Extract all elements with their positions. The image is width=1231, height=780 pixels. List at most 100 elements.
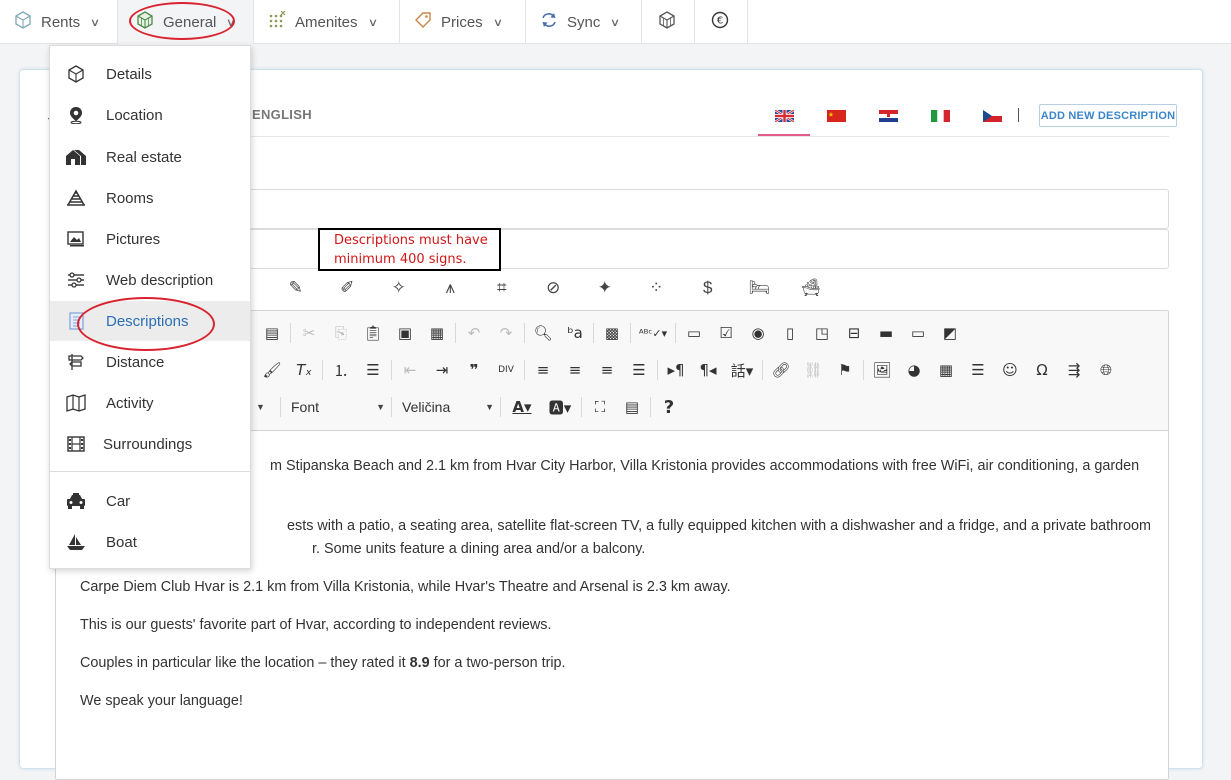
text-color-icon[interactable]: A▾ xyxy=(503,395,541,419)
textfield-icon[interactable]: ▯ xyxy=(774,321,806,345)
show-blocks-icon[interactable]: ▤ xyxy=(616,395,648,419)
magic-wand-icon[interactable]: ✧ xyxy=(373,277,425,299)
chevron-down-icon: ▼ xyxy=(485,402,494,412)
menu-item-location[interactable]: Location xyxy=(50,95,250,135)
menu-item-descriptions[interactable]: Descriptions xyxy=(50,301,250,341)
nav-euro-button[interactable]: € xyxy=(695,0,748,44)
flash-icon[interactable]: ◕ xyxy=(898,358,930,382)
redo-icon[interactable]: ↷ xyxy=(490,321,522,345)
tab-croatian[interactable] xyxy=(862,104,914,136)
replace-icon[interactable]: ᵇa xyxy=(559,321,591,345)
sparkle-wand-icon[interactable]: ✦ xyxy=(579,277,631,299)
tab-chinese[interactable] xyxy=(810,104,862,136)
menu-item-pictures[interactable]: Pictures xyxy=(50,219,250,259)
sync-icon xyxy=(540,11,558,33)
menu-item-rooms[interactable]: Rooms xyxy=(50,178,250,218)
menu-item-surroundings[interactable]: Surroundings xyxy=(50,424,250,464)
outdent-icon[interactable]: ⇤ xyxy=(394,358,426,382)
undo-icon[interactable]: ↶ xyxy=(458,321,490,345)
textarea-icon[interactable]: ◳ xyxy=(806,321,838,345)
anchor-flag-icon[interactable]: ⚑ xyxy=(829,358,861,382)
menu-item-boat[interactable]: Boat xyxy=(50,522,250,562)
no-edit-icon[interactable]: ⊘ xyxy=(528,277,580,299)
bed-icon[interactable]: 🛏︎ xyxy=(734,277,786,299)
nav-rents[interactable]: Rents ∨ xyxy=(0,0,118,44)
add-new-description-button[interactable]: ADD NEW DESCRIPTION xyxy=(1039,104,1177,127)
menu-item-car[interactable]: Car xyxy=(50,481,250,521)
menu-item-distance[interactable]: Distance xyxy=(50,342,250,382)
bathtub-icon[interactable]: 🛁︎ xyxy=(785,277,837,299)
indent-icon[interactable]: ⇥ xyxy=(426,358,458,382)
copy-format-icon[interactable]: 🖌︎ xyxy=(256,358,288,382)
paste-icon[interactable]: 📋︎ xyxy=(357,321,389,345)
menu-item-real-estate[interactable]: Real estate xyxy=(50,137,250,177)
menu-item-web-description[interactable]: Web description xyxy=(50,260,250,300)
align-right-icon[interactable]: ≡ xyxy=(591,358,623,382)
size-dropdown[interactable]: Veličina ▼ xyxy=(394,395,498,419)
form-icon[interactable]: ▭ xyxy=(678,321,710,345)
align-center-icon[interactable]: ≡ xyxy=(559,358,591,382)
tab-czech[interactable] xyxy=(966,104,1018,136)
background-color-icon[interactable]: 🅰︎▾ xyxy=(541,395,579,419)
radio-icon[interactable]: ◉ xyxy=(742,321,774,345)
marker-icon[interactable]: ✐ xyxy=(322,277,374,299)
nav-sync[interactable]: Sync ∨ xyxy=(526,0,642,44)
menu-item-details[interactable]: Details xyxy=(50,54,250,94)
tab-italian[interactable] xyxy=(914,104,966,136)
toolbar-separator xyxy=(524,360,525,380)
pencil-icon[interactable]: ✎ xyxy=(270,277,322,299)
align-left-icon[interactable]: ≡ xyxy=(527,358,559,382)
special-char-icon[interactable]: Ω xyxy=(1026,358,1058,382)
bulleted-list-icon[interactable]: ☰ xyxy=(357,358,389,382)
button-field-icon[interactable]: ▬ xyxy=(870,321,902,345)
nav-prices[interactable]: Prices ∨ xyxy=(400,0,526,44)
cut-icon[interactable]: ✂ xyxy=(293,321,325,345)
image-button-icon[interactable]: ▭ xyxy=(902,321,934,345)
div-container-icon[interactable]: DIV xyxy=(490,358,522,382)
image-icon[interactable]: 🖼︎ xyxy=(866,358,898,382)
find-icon[interactable]: 🔍︎ xyxy=(527,321,559,345)
nav-cube-button[interactable] xyxy=(642,0,695,44)
nav-general[interactable]: General ∨ xyxy=(118,0,254,44)
table-icon[interactable]: ▦ xyxy=(930,358,962,382)
maximize-icon[interactable]: ⛶ xyxy=(584,395,616,419)
link-icon[interactable]: 🔗︎ xyxy=(765,358,797,382)
dollar-icon[interactable]: $ xyxy=(682,277,734,299)
styles-dropdown[interactable]: ▼ xyxy=(256,395,278,419)
paste-word-icon[interactable]: ▦ xyxy=(421,321,453,345)
document-icon[interactable]: ▤ xyxy=(256,321,288,345)
tab-english[interactable] xyxy=(758,104,810,136)
checkbox-icon[interactable]: ☑ xyxy=(710,321,742,345)
language-icon[interactable]: 話▾ xyxy=(724,358,760,382)
rtl-icon[interactable]: ¶◂ xyxy=(692,358,724,382)
help-icon[interactable]: ? xyxy=(653,395,685,419)
menu-item-label: Pictures xyxy=(106,230,161,248)
remove-format-icon[interactable]: Tₓ xyxy=(288,358,320,382)
nav-amenites[interactable]: Amenites ∨ xyxy=(254,0,400,44)
menu-item-label: Activity xyxy=(106,394,154,412)
numbered-list-icon[interactable]: ⒈ xyxy=(325,358,357,382)
copy-icon[interactable]: ⎘ xyxy=(325,321,357,345)
ltr-icon[interactable]: ▸¶ xyxy=(660,358,692,382)
iframe-globe-icon[interactable]: 🌐︎ xyxy=(1090,358,1122,382)
smiley-icon[interactable]: ☺ xyxy=(994,358,1026,382)
menu-item-label: Boat xyxy=(106,533,137,551)
font-dropdown[interactable]: Font ▼ xyxy=(283,395,389,419)
justify-icon[interactable]: ☰ xyxy=(623,358,655,382)
text: Couples in particular like the location … xyxy=(80,655,410,671)
crop-icon[interactable]: ⌗ xyxy=(476,277,528,299)
paste-text-icon[interactable]: ▣ xyxy=(389,321,421,345)
toolbar-separator xyxy=(630,323,631,343)
compass-icon[interactable]: ⩚ xyxy=(425,277,477,299)
toolbar-row-1: ▤ ✂ ⎘ 📋︎ ▣ ▦ ↶ ↷ 🔍︎ ᵇa ▩ ᴬᴮᶜ✓▾ ▭ ☑ ◉ ▯ ◳… xyxy=(256,318,966,348)
hidden-field-icon[interactable]: ◩ xyxy=(934,321,966,345)
unlink-icon[interactable]: ⛓ xyxy=(797,358,829,382)
page-break-icon[interactable]: ⇶ xyxy=(1058,358,1090,382)
select-field-icon[interactable]: ⊟ xyxy=(838,321,870,345)
select-all-icon[interactable]: ▩ xyxy=(596,321,628,345)
menu-item-activity[interactable]: Activity xyxy=(50,383,250,423)
horizontal-line-icon[interactable]: ☰ xyxy=(962,358,994,382)
vector-points-icon[interactable]: ⁘ xyxy=(631,277,683,299)
spellcheck-icon[interactable]: ᴬᴮᶜ✓▾ xyxy=(633,321,673,345)
blockquote-icon[interactable]: ❞ xyxy=(458,358,490,382)
